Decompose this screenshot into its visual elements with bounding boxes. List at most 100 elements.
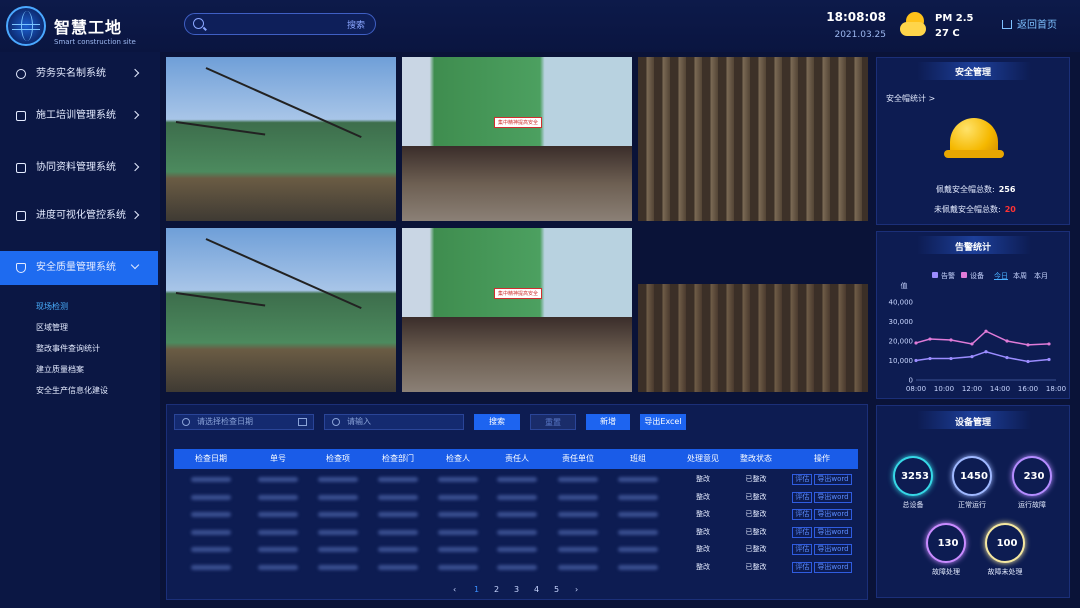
data-point[interactable] xyxy=(914,341,918,345)
data-point[interactable] xyxy=(914,358,918,363)
camera-feed-6[interactable] xyxy=(638,228,868,392)
column-header[interactable]: 责任单位 xyxy=(546,449,610,469)
chevron-right-icon xyxy=(130,68,140,78)
period-today-tab[interactable]: 今日 xyxy=(994,271,1008,281)
subitem-quality-archive[interactable]: 建立质量档案 xyxy=(36,364,84,375)
data-point[interactable] xyxy=(1026,343,1030,347)
evaluate-button[interactable]: 评估 xyxy=(792,491,813,503)
reset-button[interactable]: 重置 xyxy=(530,414,576,430)
column-header[interactable]: 检查人 xyxy=(428,449,488,469)
keyword-input[interactable]: 请输入 xyxy=(324,414,464,430)
sidebar-item-documents[interactable]: 协同资料管理系统 xyxy=(0,151,158,185)
export-word-button[interactable]: 导出word xyxy=(814,509,852,520)
data-point[interactable] xyxy=(1047,342,1051,346)
sidebar-item-training[interactable]: 施工培训管理系统 xyxy=(0,99,158,133)
export-word-button[interactable]: 导出word xyxy=(814,526,852,538)
date-filter-input[interactable]: 请选择检查日期 xyxy=(174,414,314,430)
device-fault-ring[interactable]: 230 xyxy=(1012,456,1052,496)
data-point[interactable] xyxy=(1005,339,1009,343)
device-handling-ring[interactable]: 130 xyxy=(926,523,966,563)
blurred-cell xyxy=(610,541,666,558)
export-word-button[interactable]: 导出word xyxy=(814,491,852,503)
column-header[interactable]: 检查部门 xyxy=(368,449,428,469)
header-search-button[interactable]: 搜索 xyxy=(347,18,365,31)
column-header[interactable]: 检查项 xyxy=(308,449,368,469)
header-search-input[interactable]: 搜索 xyxy=(184,13,376,35)
data-point[interactable] xyxy=(949,338,953,342)
period-week-tab[interactable]: 本周 xyxy=(1013,271,1027,281)
page-5-button[interactable]: 5 xyxy=(554,585,559,594)
evaluate-button[interactable]: 评估 xyxy=(792,509,813,520)
subitem-safety-informatization[interactable]: 安全生产信息化建设 xyxy=(36,385,108,396)
evaluate-button[interactable]: 评估 xyxy=(792,544,813,555)
blurred-cell xyxy=(368,559,428,576)
data-point[interactable] xyxy=(984,329,988,333)
data-point[interactable] xyxy=(928,337,932,341)
table-row[interactable]: 整改 已整改 评估 导出word xyxy=(174,471,858,488)
camera-feed-4[interactable] xyxy=(166,228,396,392)
column-header[interactable]: 单号 xyxy=(248,449,308,469)
data-point[interactable] xyxy=(970,355,974,359)
evaluate-button[interactable]: 评估 xyxy=(792,526,813,538)
logo[interactable]: 智慧工地 Smart construction site xyxy=(6,6,156,50)
blurred-cell xyxy=(174,489,248,506)
data-point[interactable] xyxy=(928,356,932,361)
camera-feed-1[interactable] xyxy=(166,57,396,221)
y-tick-label: 10,000 xyxy=(889,357,914,365)
camera-feed-2[interactable]: 集中精神提高安全 xyxy=(402,57,632,221)
blurred-cell xyxy=(308,471,368,488)
data-point[interactable] xyxy=(1047,357,1051,362)
subitem-area-management[interactable]: 区域管理 xyxy=(36,322,68,333)
data-point[interactable] xyxy=(949,356,953,361)
device-unhandled-label: 故障未处理 xyxy=(987,568,1023,576)
evaluate-button[interactable]: 评估 xyxy=(792,561,813,573)
blurred-cell xyxy=(488,471,546,488)
page-4-button[interactable]: 4 xyxy=(534,585,539,594)
device-total-ring[interactable]: 3253 xyxy=(893,456,933,496)
camera-feed-5[interactable]: 集中精神提高安全 xyxy=(402,228,632,392)
period-month-tab[interactable]: 本月 xyxy=(1034,271,1048,281)
column-header[interactable]: 操作 xyxy=(786,449,858,469)
sidebar-item-labor[interactable]: 劳务实名制系统 xyxy=(0,57,158,91)
data-point[interactable] xyxy=(1026,359,1030,364)
page-1-button[interactable]: 1 xyxy=(474,585,479,594)
add-button[interactable]: 新增 xyxy=(586,414,630,430)
table-row[interactable]: 整改 已整改 评估 导出word xyxy=(174,506,858,523)
next-page-button[interactable]: › xyxy=(575,585,578,594)
subitem-site-inspection[interactable]: 现场检测 xyxy=(36,301,68,312)
device-normal-ring[interactable]: 1450 xyxy=(952,456,992,496)
blurred-cell xyxy=(488,541,546,558)
data-point[interactable] xyxy=(984,350,988,354)
column-header[interactable]: 整改状态 xyxy=(726,449,786,469)
export-excel-button[interactable]: 导出Excel xyxy=(640,414,686,430)
globe-icon xyxy=(6,6,46,46)
prev-page-button[interactable]: ‹ xyxy=(453,585,456,594)
camera-feed-3[interactable] xyxy=(638,57,868,221)
export-word-button[interactable]: 导出word xyxy=(814,544,852,555)
export-word-button[interactable]: 导出word xyxy=(814,474,852,485)
table-row[interactable]: 整改 已整改 评估 导出word xyxy=(174,489,858,506)
search-button[interactable]: 搜索 xyxy=(474,414,520,430)
evaluate-button[interactable]: 评估 xyxy=(792,474,813,485)
sidebar-item-safety-quality[interactable]: 安全质量管理系统 xyxy=(0,251,158,285)
data-point[interactable] xyxy=(970,342,974,346)
status-cell: 已整改 xyxy=(745,545,767,553)
helmet-stats-link[interactable]: 安全帽统计 > xyxy=(886,93,935,104)
x-tick-label: 12:00 xyxy=(962,385,982,393)
column-header[interactable]: 检查日期 xyxy=(174,449,248,469)
table-row[interactable]: 整改 已整改 评估 导出word xyxy=(174,559,858,576)
table-row[interactable]: 整改 已整改 评估 导出word xyxy=(174,541,858,558)
data-point[interactable] xyxy=(1005,355,1009,360)
home-link[interactable]: 返回首页 xyxy=(1002,16,1057,31)
device-unhandled-ring[interactable]: 100 xyxy=(985,523,1025,563)
subitem-rectification-stats[interactable]: 整改事件查询统计 xyxy=(36,343,100,354)
page-2-button[interactable]: 2 xyxy=(494,585,499,594)
status-cell: 已整改 xyxy=(745,492,767,501)
sidebar-item-progress[interactable]: 进度可视化管控系统 xyxy=(0,199,158,233)
page-3-button[interactable]: 3 xyxy=(514,585,519,594)
export-word-button[interactable]: 导出word xyxy=(814,561,852,573)
column-header[interactable]: 班组 xyxy=(610,449,666,469)
user-icon xyxy=(16,69,26,79)
column-header[interactable]: 责任人 xyxy=(488,449,546,469)
table-row[interactable]: 整改 已整改 评估 导出word xyxy=(174,524,858,541)
